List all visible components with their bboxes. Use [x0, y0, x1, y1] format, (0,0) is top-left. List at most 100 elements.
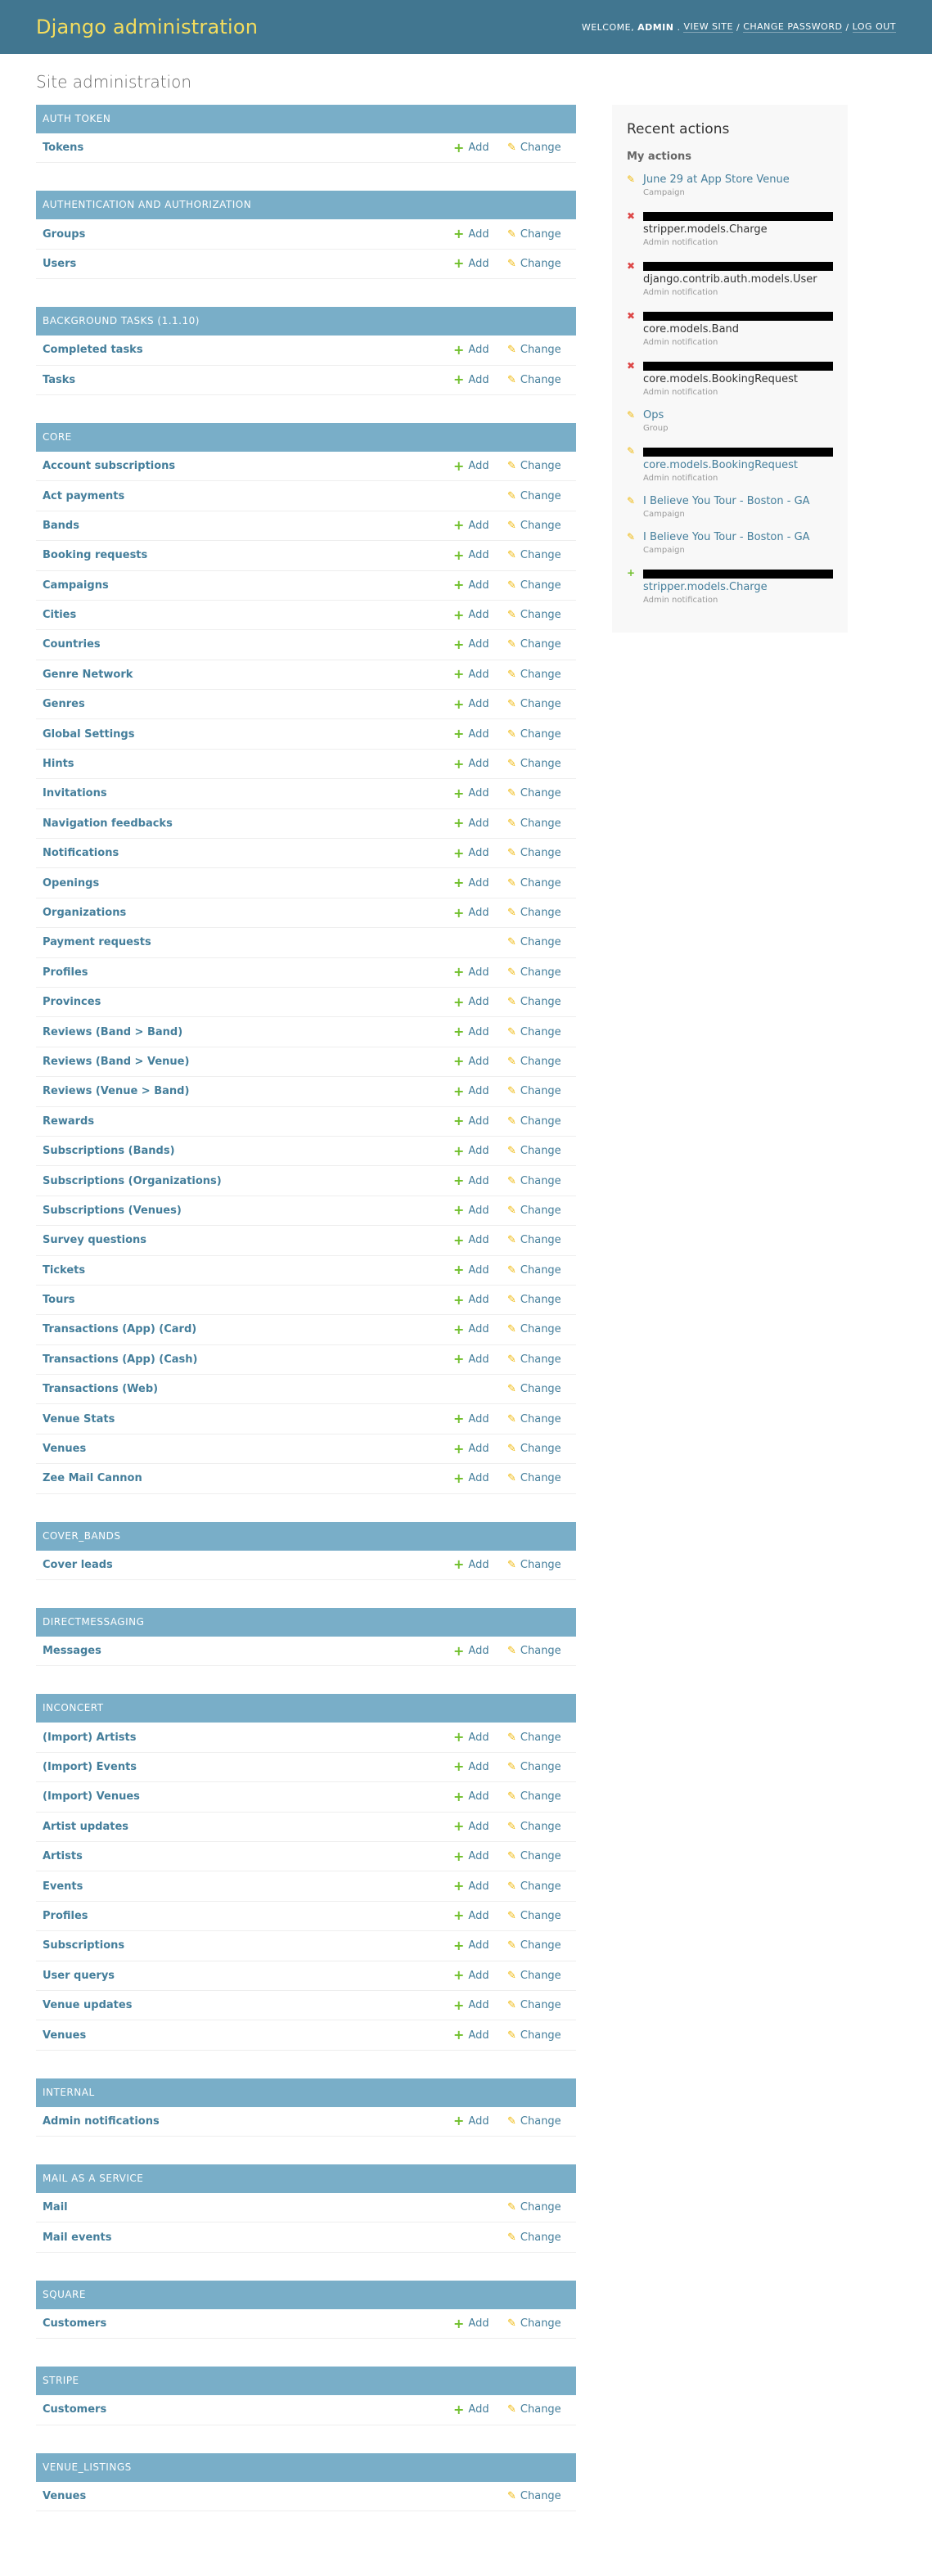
model-link-reviews-band-venue[interactable]: Reviews (Band > Venue) — [36, 1056, 453, 1068]
add-link[interactable]: + Add — [453, 637, 507, 651]
change-link[interactable]: ✎ Change — [507, 344, 576, 356]
change-link[interactable]: ✎ Change — [507, 1145, 576, 1157]
change-link[interactable]: ✎ Change — [507, 374, 576, 386]
log-out-link[interactable]: LOG OUT — [852, 21, 896, 33]
change-link[interactable]: ✎ Change — [507, 877, 576, 889]
add-link[interactable]: + Add — [453, 1144, 507, 1158]
model-link-import-artists[interactable]: (Import) Artists — [36, 1732, 453, 1744]
change-link[interactable]: ✎ Change — [507, 1999, 576, 2011]
change-link[interactable]: ✎ Change — [507, 758, 576, 770]
change-link[interactable]: ✎ Change — [507, 1970, 576, 1982]
add-link[interactable]: + Add — [453, 1644, 507, 1658]
model-link-subscriptions-bands[interactable]: Subscriptions (Bands) — [36, 1145, 453, 1157]
add-link[interactable]: + Add — [453, 1880, 507, 1893]
add-link[interactable]: + Add — [453, 459, 507, 473]
change-link[interactable]: ✎ Change — [507, 1939, 576, 1952]
model-link-mail[interactable]: Mail — [36, 2201, 453, 2213]
action-title[interactable]: I Believe You Tour - Boston - GA — [643, 494, 833, 509]
add-link[interactable]: + Add — [453, 2029, 507, 2042]
model-link-completed-tasks[interactable]: Completed tasks — [36, 344, 453, 356]
model-link-transactions-app-card[interactable]: Transactions (App) (Card) — [36, 1323, 453, 1335]
action-title[interactable]: core.models.BookingRequest — [643, 458, 833, 473]
change-link[interactable]: ✎ Change — [507, 609, 576, 621]
model-link-tokens[interactable]: Tokens — [36, 142, 453, 154]
model-link-import-venues[interactable]: (Import) Venues — [36, 1790, 453, 1803]
model-link-messages[interactable]: Messages — [36, 1645, 453, 1657]
change-link[interactable]: ✎ Change — [507, 1790, 576, 1803]
add-link[interactable]: + Add — [453, 727, 507, 741]
site-name[interactable]: Django administration — [36, 16, 258, 38]
add-link[interactable]: + Add — [453, 373, 507, 386]
change-link[interactable]: ✎ Change — [507, 1850, 576, 1862]
add-link[interactable]: + Add — [453, 1115, 507, 1128]
add-link[interactable]: + Add — [453, 141, 507, 155]
model-link-notifications[interactable]: Notifications — [36, 847, 453, 859]
app-caption[interactable]: SQUARE — [36, 2280, 576, 2309]
add-link[interactable]: + Add — [453, 227, 507, 241]
change-link[interactable]: ✎ Change — [507, 2317, 576, 2330]
model-link-zee-mail-cannon[interactable]: Zee Mail Cannon — [36, 1472, 453, 1484]
add-link[interactable]: + Add — [453, 697, 507, 711]
add-link[interactable]: + Add — [453, 1084, 507, 1098]
add-link[interactable]: + Add — [453, 757, 507, 771]
change-link[interactable]: ✎ Change — [507, 1413, 576, 1425]
add-link[interactable]: + Add — [453, 1293, 507, 1307]
change-link[interactable]: ✎ Change — [507, 1472, 576, 1484]
change-password-link[interactable]: CHANGE PASSWORD — [743, 21, 843, 33]
app-caption[interactable]: BACKGROUND TASKS (1.1.10) — [36, 307, 576, 336]
app-caption[interactable]: AUTHENTICATION AND AUTHORIZATION — [36, 191, 576, 220]
action-title[interactable]: stripper.models.Charge — [643, 580, 833, 595]
add-link[interactable]: + Add — [453, 995, 507, 1009]
model-link-reviews-band-band[interactable]: Reviews (Band > Band) — [36, 1026, 453, 1038]
change-link[interactable]: ✎ Change — [507, 520, 576, 532]
add-link[interactable]: + Add — [453, 1820, 507, 1833]
model-link-transactions-web[interactable]: Transactions (Web) — [36, 1383, 453, 1395]
change-link[interactable]: ✎ Change — [507, 936, 576, 948]
app-caption[interactable]: INTERNAL — [36, 2078, 576, 2107]
action-title[interactable]: Ops — [643, 408, 833, 423]
model-link-subscriptions-venues[interactable]: Subscriptions (Venues) — [36, 1205, 453, 1217]
action-title[interactable]: I Believe You Tour - Boston - GA — [643, 530, 833, 545]
model-link-global-settings[interactable]: Global Settings — [36, 728, 453, 741]
add-link[interactable]: + Add — [453, 548, 507, 562]
add-link[interactable]: + Add — [453, 343, 507, 357]
change-link[interactable]: ✎ Change — [507, 1443, 576, 1455]
add-link[interactable]: + Add — [453, 1233, 507, 1247]
change-link[interactable]: ✎ Change — [507, 669, 576, 681]
add-link[interactable]: + Add — [453, 1939, 507, 1952]
model-link-reviews-venue-band[interactable]: Reviews (Venue > Band) — [36, 1085, 453, 1097]
app-caption[interactable]: VENUE_LISTINGS — [36, 2452, 576, 2482]
model-link-payment-requests[interactable]: Payment requests — [36, 936, 453, 948]
change-link[interactable]: ✎ Change — [507, 1559, 576, 1571]
change-link[interactable]: ✎ Change — [507, 1115, 576, 1128]
change-link[interactable]: ✎ Change — [507, 1026, 576, 1038]
model-link-countries[interactable]: Countries — [36, 638, 453, 651]
app-caption[interactable]: MAIL AS A SERVICE — [36, 2164, 576, 2194]
add-link[interactable]: + Add — [453, 906, 507, 920]
change-link[interactable]: ✎ Change — [507, 460, 576, 472]
model-link-events[interactable]: Events — [36, 1880, 453, 1893]
add-link[interactable]: + Add — [453, 1849, 507, 1863]
change-link[interactable]: ✎ Change — [507, 787, 576, 799]
add-link[interactable]: + Add — [453, 1055, 507, 1068]
add-link[interactable]: + Add — [453, 2403, 507, 2416]
change-link[interactable]: ✎ Change — [507, 1732, 576, 1744]
model-link-artist-updates[interactable]: Artist updates — [36, 1821, 453, 1833]
change-link[interactable]: ✎ Change — [507, 2029, 576, 2042]
model-link-bands[interactable]: Bands — [36, 520, 453, 532]
add-link[interactable]: + Add — [453, 1790, 507, 1804]
app-caption[interactable]: AUTH TOKEN — [36, 105, 576, 133]
add-link[interactable]: + Add — [453, 1998, 507, 2012]
change-link[interactable]: ✎ Change — [507, 142, 576, 154]
add-link[interactable]: + Add — [453, 1558, 507, 1571]
change-link[interactable]: ✎ Change — [507, 1234, 576, 1246]
model-link-survey-questions[interactable]: Survey questions — [36, 1234, 453, 1246]
model-link-customers[interactable]: Customers — [36, 2403, 453, 2416]
model-link-account-subscriptions[interactable]: Account subscriptions — [36, 460, 453, 472]
model-link-campaigns[interactable]: Campaigns — [36, 579, 453, 592]
add-link[interactable]: + Add — [453, 1442, 507, 1456]
change-link[interactable]: ✎ Change — [507, 2115, 576, 2128]
change-link[interactable]: ✎ Change — [507, 490, 576, 502]
model-link-subscriptions-organizations[interactable]: Subscriptions (Organizations) — [36, 1175, 453, 1187]
add-link[interactable]: + Add — [453, 1353, 507, 1366]
